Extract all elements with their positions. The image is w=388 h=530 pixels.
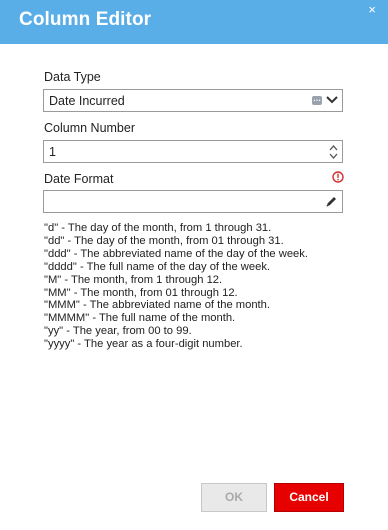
date-format-input[interactable]: [43, 190, 343, 213]
data-type-value: Date Incurred: [49, 94, 125, 108]
pencil-icon[interactable]: [325, 195, 338, 208]
warning-icon: [332, 171, 344, 183]
help-line: "MMMM" - The full name of the month.: [44, 312, 236, 325]
column-number-label: Column Number: [44, 121, 136, 135]
help-line: "dd" - The day of the month, from 01 thr…: [44, 234, 284, 247]
help-line: "yyyy" - The year as a four-digit number…: [44, 338, 243, 351]
date-format-help: "d" - The day of the month, from 1 throu…: [44, 222, 364, 351]
ellipsis-icon[interactable]: …: [312, 95, 322, 105]
chevron-down-icon[interactable]: [325, 94, 339, 106]
help-line: "MM" - The month, from 01 through 12.: [44, 286, 238, 299]
data-type-select[interactable]: Date Incurred …: [43, 89, 343, 112]
chevron-up-icon[interactable]: [328, 143, 339, 152]
close-icon[interactable]: ×: [368, 3, 376, 16]
help-line: "d" - The day of the month, from 1 throu…: [44, 222, 272, 234]
date-format-label: Date Format: [44, 172, 114, 186]
dialog-title: Column Editor: [19, 9, 152, 30]
cancel-button[interactable]: Cancel: [274, 483, 344, 512]
help-line: "M" - The month, from 1 through 12.: [44, 273, 223, 286]
chevron-down-icon[interactable]: [328, 152, 339, 161]
data-type-label: Data Type: [44, 70, 101, 84]
dialog-titlebar: Column Editor ×: [0, 0, 388, 44]
column-number-value: 1: [49, 145, 56, 159]
help-line: "yy" - The year, from 00 to 99.: [44, 325, 192, 338]
ok-button[interactable]: OK: [201, 483, 267, 512]
help-line: "ddd" - The abbreviated name of the day …: [44, 247, 308, 260]
column-number-input[interactable]: 1: [43, 140, 343, 163]
help-line: "dddd" - The full name of the day of the…: [44, 260, 271, 273]
help-line: "MMM" - The abbreviated name of the mont…: [44, 299, 270, 312]
